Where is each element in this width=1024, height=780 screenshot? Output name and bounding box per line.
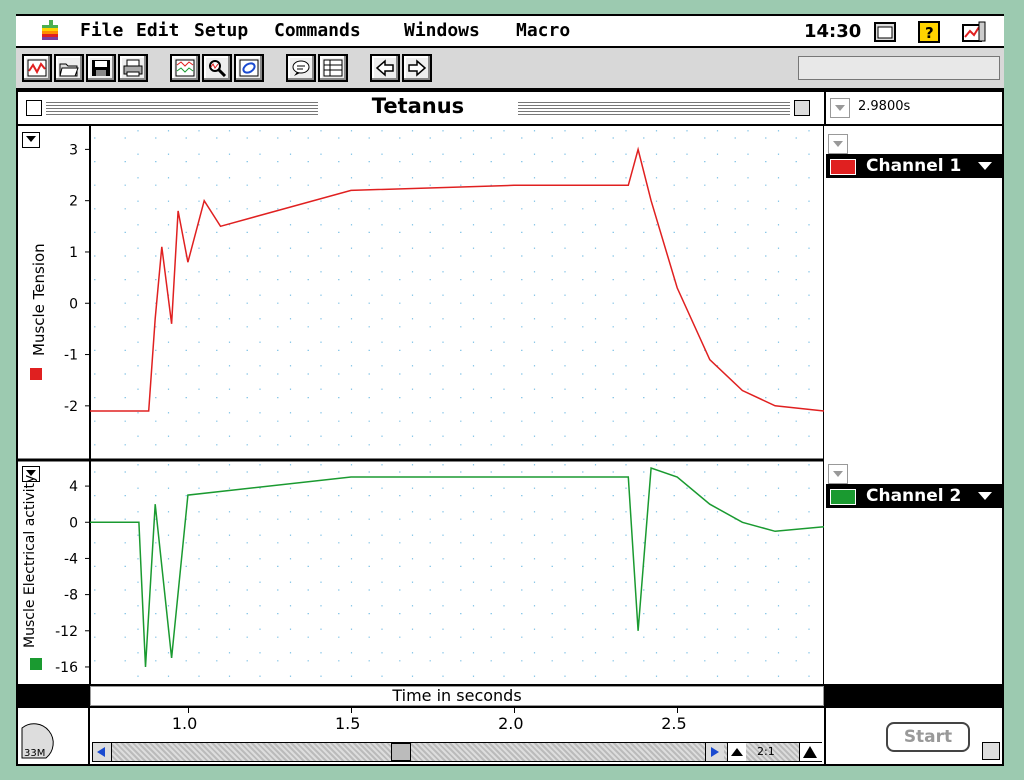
channel1-selector[interactable]: Channel 1 xyxy=(826,154,1002,178)
close-box-icon[interactable] xyxy=(26,100,42,116)
y-tick-label: 1 xyxy=(69,245,78,261)
chart-view-button[interactable] xyxy=(170,54,200,82)
channel2-color-swatch xyxy=(830,489,856,505)
window-switcher-icon[interactable] xyxy=(874,22,896,42)
x-tick-label: 2.5 xyxy=(661,714,687,733)
y-tick-label: 3 xyxy=(69,142,78,158)
y-tick-label: 0 xyxy=(69,515,78,531)
help-icon[interactable]: ? xyxy=(918,21,940,43)
svg-text:?: ? xyxy=(925,24,934,42)
y-tick-label: 4 xyxy=(69,479,78,495)
scale-label: 33M xyxy=(24,748,45,759)
application-menu-icon[interactable] xyxy=(962,21,986,43)
channel1-chevron-down-icon xyxy=(978,162,992,170)
menu-windows[interactable]: Windows xyxy=(404,20,480,41)
menu-macro[interactable]: Macro xyxy=(516,20,570,41)
expand-icon[interactable] xyxy=(799,743,822,761)
menu-commands[interactable]: Commands xyxy=(274,20,361,41)
apple-menu-icon[interactable] xyxy=(40,20,60,42)
channel2-selector[interactable]: Channel 2 xyxy=(826,484,1002,508)
zoom-ratio: 2:1 xyxy=(757,745,775,758)
y-tick-label: 2 xyxy=(69,194,78,210)
scroll-forward-button[interactable] xyxy=(402,54,432,82)
channel2-label: Channel 2 xyxy=(866,486,962,506)
channel1-axis-swatch xyxy=(30,368,42,380)
y-tick-label: 0 xyxy=(69,296,78,312)
scroll-back-button[interactable] xyxy=(370,54,400,82)
time-readout-panel: 2.9800s xyxy=(824,92,1002,126)
scroll-right-icon[interactable] xyxy=(705,743,724,761)
y-tick-label: -16 xyxy=(55,660,78,676)
menu-edit[interactable]: Edit xyxy=(136,20,179,41)
channel1-options-icon[interactable] xyxy=(828,134,848,154)
start-button[interactable]: Start xyxy=(886,722,970,752)
zoom-box-icon[interactable] xyxy=(794,100,810,116)
y-tick-label: -12 xyxy=(55,624,78,640)
toolbar xyxy=(16,48,1004,90)
time-readout: 2.9800s xyxy=(858,99,911,114)
scroll-left-icon[interactable] xyxy=(93,743,112,761)
new-chart-button[interactable] xyxy=(22,54,52,82)
x-tick-label: 2.0 xyxy=(498,714,524,733)
comment-button[interactable] xyxy=(286,54,316,82)
save-button[interactable] xyxy=(86,54,116,82)
channel1-color-swatch xyxy=(830,159,856,175)
channel1-axis-menu-icon[interactable] xyxy=(22,132,40,148)
zoom-view-button[interactable] xyxy=(202,54,232,82)
y-tick-label: -1 xyxy=(64,348,78,364)
window-title: Tetanus xyxy=(318,94,518,118)
status-box xyxy=(798,56,1000,80)
resize-box-icon[interactable] xyxy=(982,742,1000,760)
time-readout-dropdown-icon[interactable] xyxy=(830,98,850,118)
scroll-thumb[interactable] xyxy=(391,743,411,761)
compress-icon[interactable] xyxy=(727,743,746,761)
channel1-ylabel: Muscle Tension xyxy=(30,243,48,356)
menu-file[interactable]: File xyxy=(80,20,123,41)
channel2-trace xyxy=(90,466,824,668)
window-title-bar[interactable]: Tetanus xyxy=(18,92,824,126)
plot-area[interactable]: 3 2 1 0 -1 -2 4 0 -4 -8 -12 -16 xyxy=(18,126,824,684)
xy-view-button[interactable] xyxy=(234,54,264,82)
menu-bar: File Edit Setup Commands Windows Macro 1… xyxy=(16,14,1004,48)
channel2-ylabel: Muscle Electrical activity xyxy=(22,474,38,648)
print-button[interactable] xyxy=(118,54,148,82)
x-tick-label: 1.5 xyxy=(334,714,361,733)
channel2-chevron-down-icon xyxy=(978,492,992,500)
chart-window: Tetanus 2.9800s Channel 1 Channel 2 3 2 1 0… xyxy=(16,90,1004,766)
y-tick-label: -8 xyxy=(64,588,78,604)
menu-setup[interactable]: Setup xyxy=(194,20,248,41)
channel1-trace xyxy=(90,146,824,412)
y-tick-label: -2 xyxy=(64,399,78,415)
channel2-options-icon[interactable] xyxy=(828,464,848,484)
channel1-label: Channel 1 xyxy=(866,156,962,176)
channel2-axis-swatch xyxy=(30,658,42,670)
time-axis-label: Time in seconds xyxy=(90,686,824,706)
open-folder-button[interactable] xyxy=(54,54,84,82)
y-tick-label: -4 xyxy=(64,551,78,567)
menu-clock: 14:30 xyxy=(804,21,862,42)
x-tick-label: 1.0 xyxy=(171,714,198,733)
time-axis-bar: Time in seconds xyxy=(18,684,1002,708)
horizontal-scrollbar[interactable]: 2:1 xyxy=(92,742,822,762)
data-pad-button[interactable] xyxy=(318,54,348,82)
scale-control[interactable]: 33M xyxy=(18,708,90,764)
